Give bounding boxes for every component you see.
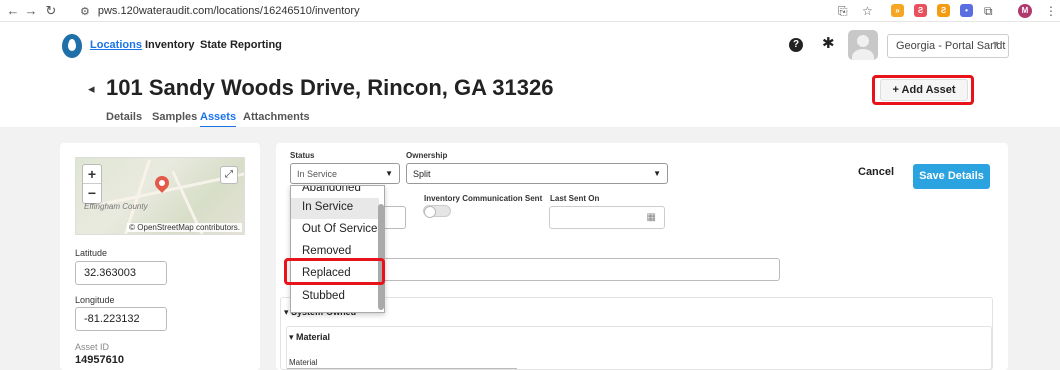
profile-avatar[interactable]: M [1018,4,1032,18]
back-chevron-icon[interactable]: ◂ [88,81,95,97]
nav-state-reporting[interactable]: State Reporting [200,39,282,51]
map-place-label: Effingham County [84,202,148,211]
location-map[interactable]: + − ⤢ Effingham County © OpenStreetMap c… [75,157,245,235]
caret-down-icon: ▾ [284,307,289,317]
extension-icon[interactable]: Ƨ [914,4,927,17]
extension-icon[interactable]: » [891,4,904,17]
forward-arrow-icon[interactable]: → [24,3,38,19]
material-section [286,326,992,370]
ownership-label: Ownership [406,151,448,160]
nav-locations[interactable]: Locations [90,39,142,51]
organization-select[interactable]: Georgia - Portal Sandt ▼ [887,34,1009,58]
address-bar[interactable]: ⚙ pws.120wateraudit.com/locations/162465… [80,2,830,20]
inventory-communication-label: Inventory Communication Sent [424,194,543,203]
site-settings-icon[interactable]: ⚙ [80,5,90,18]
status-option-in-service[interactable]: In Service [291,198,379,219]
status-dropdown-list: Abandoned In Service Out Of Service Remo… [290,185,385,313]
asset-id-label: Asset ID [75,342,110,352]
chevron-down-icon: ▼ [385,169,393,178]
material-toggle[interactable]: ▾ Material [289,332,330,343]
latitude-field[interactable]: 32.363003 [75,261,167,285]
notes-input[interactable] [384,258,780,281]
chevron-down-icon: ▼ [991,39,1000,49]
user-avatar[interactable] [848,30,878,60]
gear-icon[interactable]: ✱ [822,34,835,52]
last-sent-date-input[interactable]: ▦ [549,206,665,229]
organization-select-value: Georgia - Portal Sandt [896,40,1006,52]
annotation-highlight-box [284,258,385,285]
map-zoom-control: + − [82,164,102,204]
inventory-communication-toggle[interactable] [423,205,451,218]
zoom-out-icon[interactable]: − [83,184,101,203]
browser-menu-icon[interactable]: ⋮ [1045,3,1057,19]
page-title: 101 Sandy Woods Drive, Rincon, GA 31326 [106,75,554,100]
tab-details[interactable]: Details [106,111,142,123]
cancel-button[interactable]: Cancel [858,166,894,178]
status-label: Status [290,151,315,160]
extension-icon[interactable]: Ƨ [937,4,950,17]
status-select[interactable]: In Service ▼ [290,163,400,184]
last-sent-label: Last Sent On [550,194,600,203]
material-title: Material [296,332,331,342]
status-select-value: In Service [297,169,338,179]
caret-down-icon: ▾ [289,332,294,342]
help-icon[interactable]: ? [789,38,803,52]
water-drop-logo-icon[interactable] [62,34,82,58]
tab-samples[interactable]: Samples [152,111,197,123]
url-text: pws.120wateraudit.com/locations/16246510… [97,5,360,17]
hidden-field-input[interactable] [384,206,406,229]
page-header: ◂ 101 Sandy Woods Drive, Rincon, GA 3132… [0,69,1060,128]
calendar-icon[interactable]: ▦ [647,212,656,223]
status-option-out-of-service[interactable]: Out Of Service [291,220,379,241]
app-navbar: Locations Inventory State Reporting ? ✱ … [0,23,1060,69]
install-app-icon[interactable]: ⎘ [838,3,848,19]
extensions-puzzle-icon[interactable]: ⧉ [984,3,993,19]
reload-icon[interactable]: ↻ [44,3,58,19]
annotation-highlight-box [872,75,974,105]
status-option-stubbed[interactable]: Stubbed [291,287,379,308]
dropdown-scrollbar[interactable] [378,204,384,310]
expand-icon[interactable]: ⤢ [220,166,238,184]
tab-assets[interactable]: Assets [200,111,237,128]
bookmark-star-icon[interactable]: ☆ [862,3,873,19]
longitude-label: Longitude [75,295,115,305]
ownership-select[interactable]: Split ▼ [406,163,668,184]
longitude-field[interactable]: -81.223132 [75,307,167,331]
tab-attachments[interactable]: Attachments [243,111,310,123]
map-attribution[interactable]: © OpenStreetMap contributors. [127,223,242,232]
back-arrow-icon[interactable]: ← [6,3,20,19]
chevron-down-icon: ▼ [653,169,661,178]
asset-id-value: 14957610 [75,354,124,366]
save-details-button[interactable]: Save Details [913,164,990,189]
browser-toolbar: ← → ↻ ⚙ pws.120wateraudit.com/locations/… [0,0,1060,22]
extension-icon[interactable]: • [960,4,973,17]
zoom-in-icon[interactable]: + [83,165,101,184]
material-label: Material [289,358,318,367]
nav-inventory[interactable]: Inventory [145,39,195,51]
ownership-select-value: Split [413,169,431,179]
latitude-label: Latitude [75,248,108,258]
